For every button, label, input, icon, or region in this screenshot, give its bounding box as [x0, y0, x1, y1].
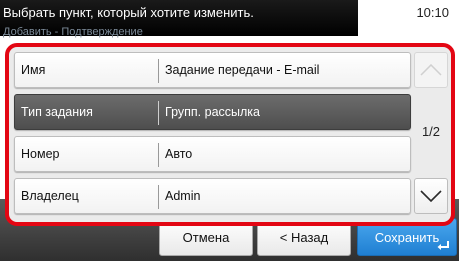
enter-icon	[437, 241, 449, 250]
row-value: Admin	[165, 189, 201, 203]
prompt-text: Выбрать пункт, который хотите изменить.	[3, 5, 254, 20]
row-label: Имя	[21, 63, 46, 77]
page-indicator: 1/2	[421, 124, 441, 139]
row-value: Задание передачи - E-mail	[165, 63, 320, 77]
save-button-label: Сохранить	[374, 230, 440, 245]
chevron-down-icon	[420, 190, 442, 202]
list-item-name[interactable]: Имя Задание передачи - E-mail	[14, 52, 411, 88]
row-divider	[158, 143, 159, 167]
chevron-up-icon	[420, 64, 442, 76]
clock: 10:10	[416, 5, 449, 20]
list-item-owner[interactable]: Владелец Admin	[14, 178, 411, 214]
row-label: Владелец	[21, 189, 79, 203]
row-value: Авто	[165, 147, 193, 161]
breadcrumb: Добавить - Подтверждение	[3, 26, 143, 38]
row-label: Тип задания	[21, 105, 93, 119]
scroll-down-button[interactable]	[414, 178, 448, 214]
scroll-up-button[interactable]	[414, 52, 448, 88]
row-divider	[158, 101, 159, 125]
row-divider	[158, 59, 159, 83]
row-divider	[158, 185, 159, 209]
list-item-job-type[interactable]: Тип задания Групп. рассылка	[14, 94, 411, 130]
row-label: Номер	[21, 147, 60, 161]
list-item-number[interactable]: Номер Авто	[14, 136, 411, 172]
row-value: Групп. рассылка	[165, 105, 260, 119]
